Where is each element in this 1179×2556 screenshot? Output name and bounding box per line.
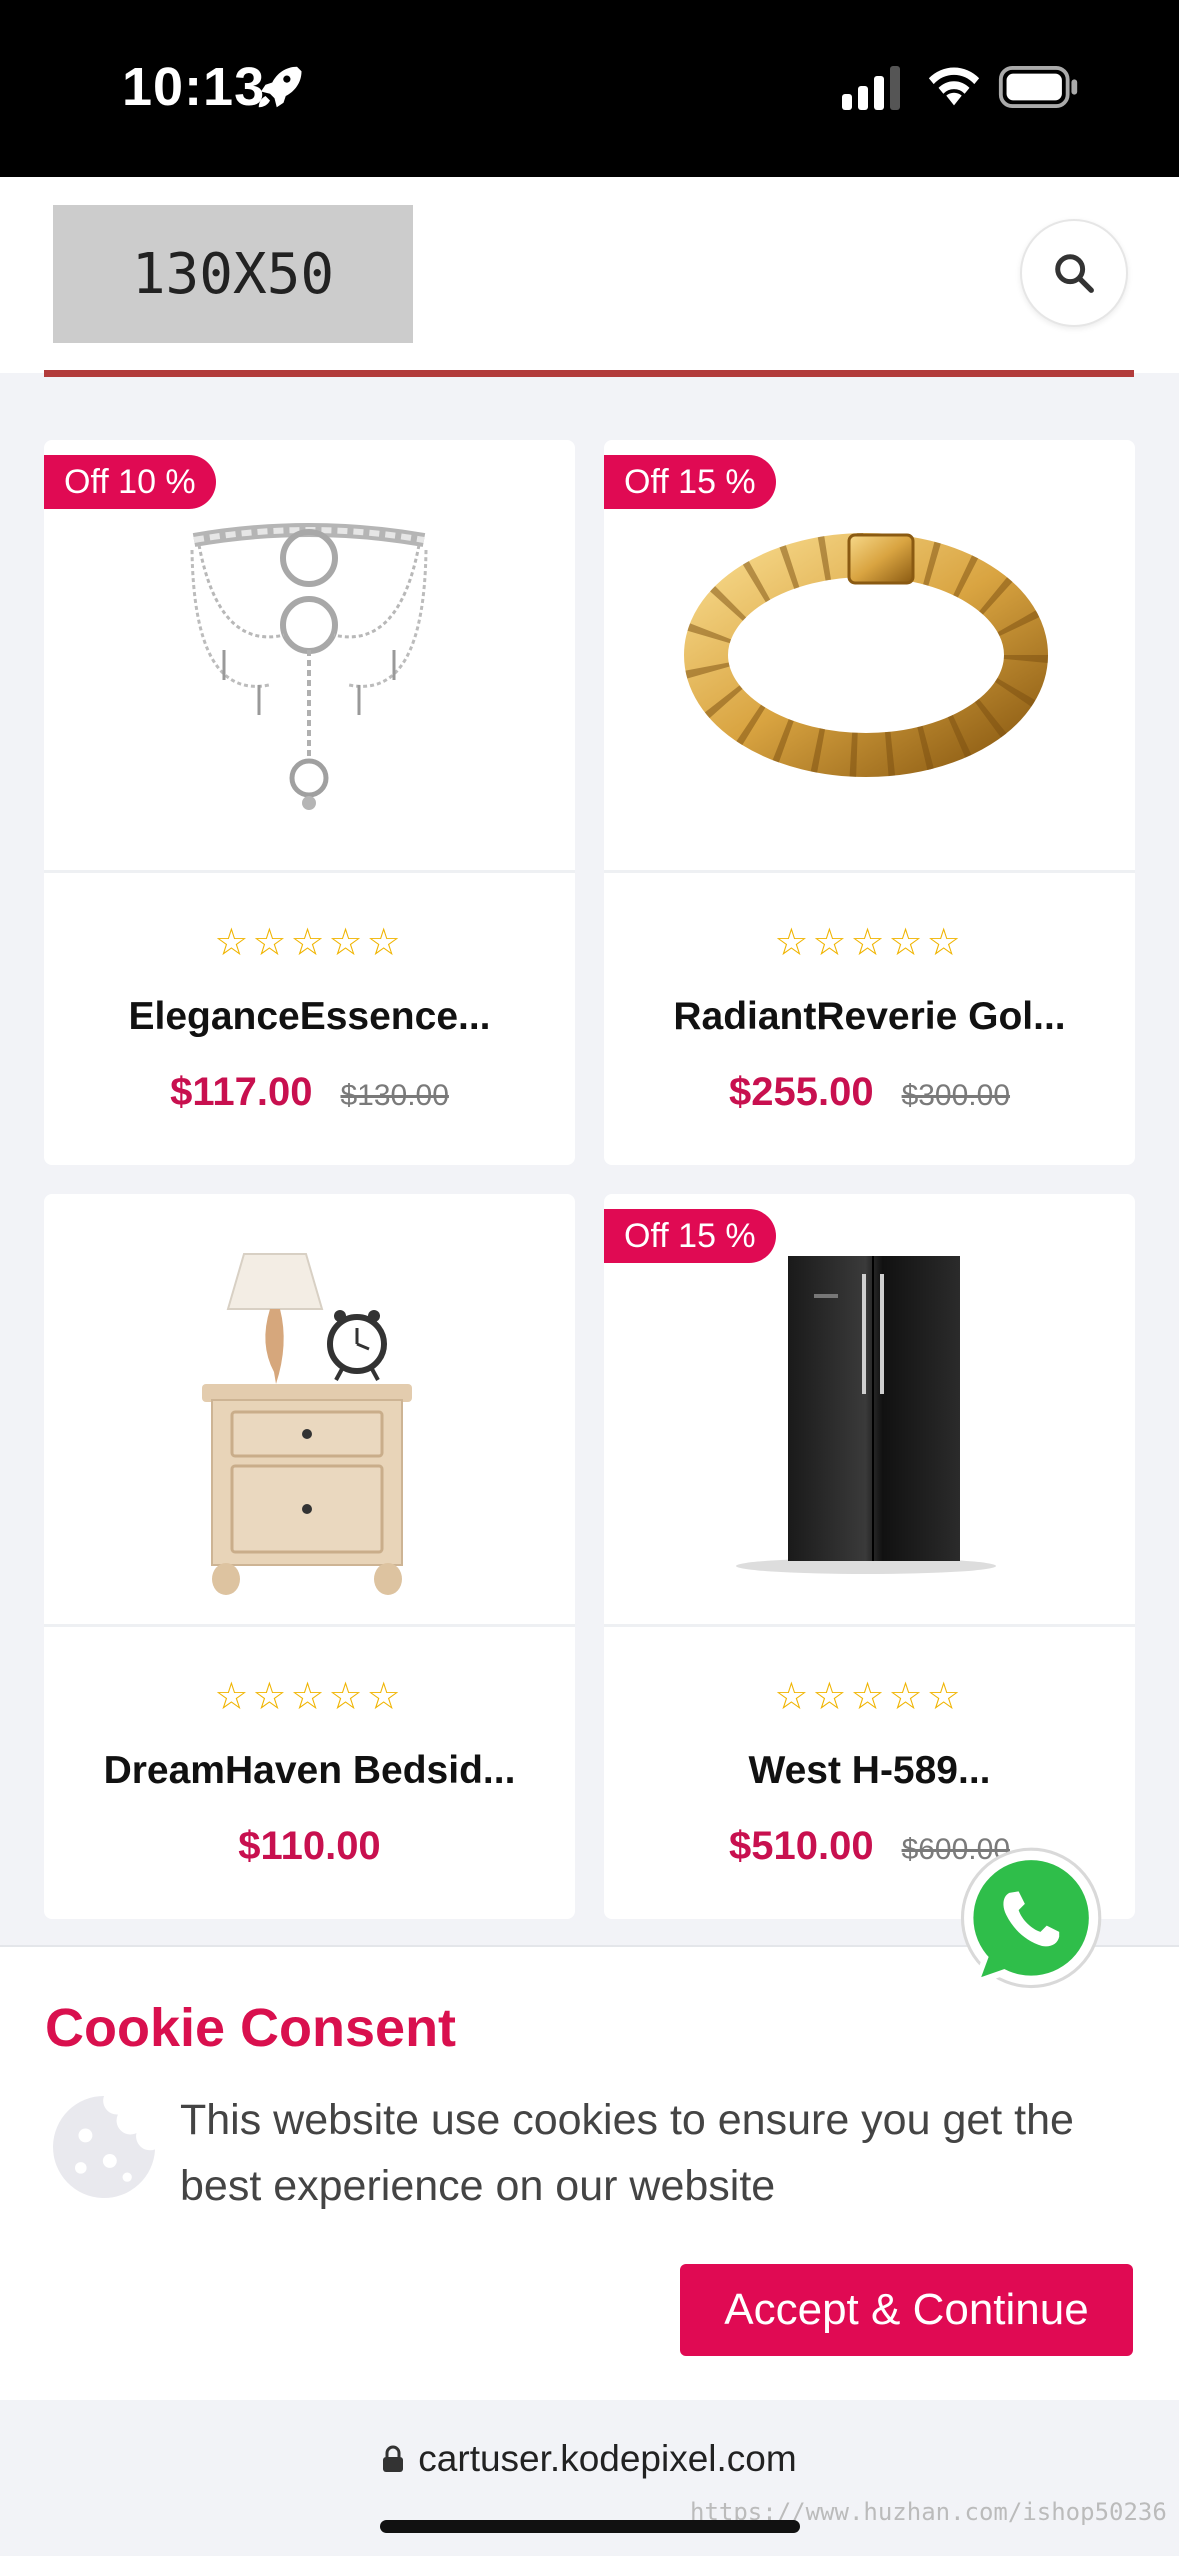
cookie-consent-panel: Cookie Consent This website use cookies … xyxy=(0,1945,1179,2400)
price-row: $110.00 xyxy=(44,1824,575,1869)
product-card[interactable]: ☆☆☆☆☆ DreamHaven Bedsid... $110.00 xyxy=(44,1194,575,1919)
card-divider xyxy=(44,1624,575,1627)
rating-stars: ☆☆☆☆☆ xyxy=(774,922,965,964)
product-card[interactable]: Off 15 % ☆☆☆☆☆ RadiantReverie Gol... $25… xyxy=(604,440,1135,1165)
site-header: 130X50 xyxy=(0,177,1179,373)
product-name[interactable]: DreamHaven Bedsid... xyxy=(44,1749,575,1793)
card-divider xyxy=(604,870,1135,873)
search-icon xyxy=(1055,254,1094,293)
search-button[interactable] xyxy=(1020,219,1128,327)
wifi-icon xyxy=(928,67,980,106)
status-time: 10:13 xyxy=(122,57,266,117)
price-row: $255.00 $300.00 xyxy=(604,1070,1135,1115)
product-image[interactable] xyxy=(44,1194,575,1624)
rating-stars: ☆☆☆☆☆ xyxy=(214,1676,405,1718)
whatsapp-icon[interactable] xyxy=(950,1843,1106,1999)
product-old-price: $130.00 xyxy=(340,1079,449,1112)
product-price: $510.00 xyxy=(728,1824,874,1868)
cookie-title: Cookie Consent xyxy=(45,1998,457,2058)
cellular-signal-icon xyxy=(842,66,900,110)
product-price: $255.00 xyxy=(728,1070,874,1114)
discount-badge: Off 15 % xyxy=(604,455,776,509)
product-price: $117.00 xyxy=(170,1070,313,1114)
status-bar: 10:13 xyxy=(0,0,1179,177)
header-accent-line xyxy=(44,370,1134,377)
discount-badge: Off 10 % xyxy=(44,455,216,509)
product-name[interactable]: EleganceEssence... xyxy=(44,995,575,1039)
url-display[interactable]: cartuser.kodepixel.com xyxy=(0,2438,1179,2480)
product-name[interactable]: RadiantReverie Gol... xyxy=(604,995,1135,1039)
rocket-icon xyxy=(258,66,302,108)
lock-icon xyxy=(383,2445,404,2472)
cookie-message: This website use cookies to ensure you g… xyxy=(180,2096,1074,2210)
rating-stars: ☆☆☆☆☆ xyxy=(774,1676,965,1718)
browser-url-bar: cartuser.kodepixel.com https://www.huzha… xyxy=(0,2400,1179,2556)
cookie-icon xyxy=(53,2095,156,2199)
product-name[interactable]: West H-589... xyxy=(604,1749,1135,1793)
battery-icon xyxy=(998,66,1078,108)
product-price: $110.00 xyxy=(238,1824,381,1868)
rating-stars: ☆☆☆☆☆ xyxy=(214,922,405,964)
card-divider xyxy=(44,870,575,873)
site-logo[interactable]: 130X50 xyxy=(53,205,413,343)
url-text: cartuser.kodepixel.com xyxy=(418,2438,797,2479)
product-card[interactable]: Off 15 % ☆☆☆☆☆ West H-589... $510.00 $600… xyxy=(604,1194,1135,1919)
bedside-table-image xyxy=(202,1253,412,1595)
home-indicator xyxy=(380,2520,800,2533)
discount-badge: Off 15 % xyxy=(604,1209,776,1263)
accept-continue-button[interactable]: Accept & Continue xyxy=(680,2264,1133,2356)
product-card[interactable]: Off 10 % ☆☆☆☆☆ EleganceEssence... $117.0… xyxy=(44,440,575,1165)
card-divider xyxy=(604,1624,1135,1627)
price-row: $117.00 $130.00 xyxy=(44,1070,575,1115)
product-old-price: $300.00 xyxy=(901,1079,1011,1112)
